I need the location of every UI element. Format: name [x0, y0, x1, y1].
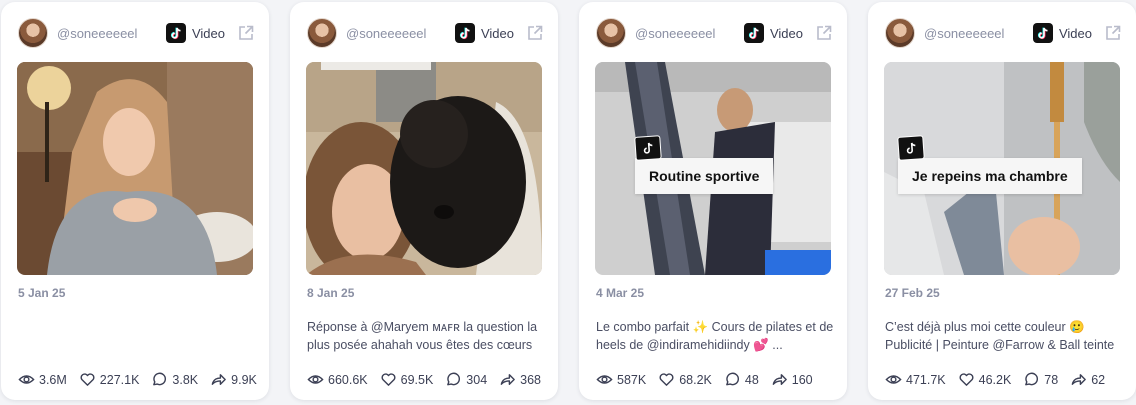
- video-thumbnail[interactable]: [306, 62, 542, 275]
- comments-stat: 78: [1023, 371, 1058, 388]
- views-count: 587K: [617, 372, 647, 387]
- tiktok-icon: [1032, 23, 1053, 43]
- external-link-icon[interactable]: [526, 24, 544, 42]
- post-caption: Le combo parfait ✨ Cours de pilates et d…: [596, 320, 834, 352]
- heart-icon: [659, 373, 674, 386]
- tiktok-icon: [897, 135, 925, 161]
- tiktok-icon: [634, 135, 662, 161]
- likes-count: 69.5K: [400, 372, 434, 387]
- eye-icon: [18, 375, 35, 384]
- comments-count: 304: [466, 372, 488, 387]
- comment-icon: [153, 372, 167, 386]
- post-date: 27 Feb 25: [885, 286, 940, 300]
- post-card[interactable]: @soneeeeeel Video 5 Jan 25 3.6M 227.1K 3…: [1, 2, 269, 400]
- eye-icon: [596, 375, 613, 384]
- shares-stat: 368: [499, 371, 541, 388]
- video-overlay: Routine sportive: [634, 135, 774, 194]
- shares-count: 9.9K: [231, 372, 257, 387]
- comments-stat: 3.8K: [151, 371, 198, 388]
- share-icon: [772, 374, 787, 385]
- likes-stat: 227.1K: [79, 371, 140, 388]
- platform-label: Video: [480, 25, 514, 41]
- share-icon: [211, 374, 226, 385]
- shares-stat: 62: [1070, 371, 1105, 388]
- comments-stat: 48: [724, 371, 759, 388]
- author-handle[interactable]: @soneeeeeel: [635, 26, 744, 41]
- views-count: 471.7K: [906, 372, 946, 387]
- likes-count: 68.2K: [679, 372, 712, 387]
- platform-label: Video: [191, 25, 225, 41]
- likes-stat: 68.2K: [658, 371, 712, 388]
- comments-stat: 304: [445, 371, 487, 388]
- heart-icon: [80, 373, 95, 386]
- shares-count: 62: [1091, 372, 1106, 387]
- platform-label: Video: [769, 25, 803, 41]
- comment-icon: [726, 372, 739, 386]
- overlay-title: Je repeins ma chambre: [898, 158, 1082, 194]
- card-header: @soneeeeeel Video: [596, 18, 833, 48]
- shares-count: 368: [520, 372, 542, 387]
- shares-stat: 9.9K: [210, 371, 257, 388]
- eye-icon: [307, 375, 324, 384]
- likes-count: 227.1K: [99, 372, 140, 387]
- video-thumbnail[interactable]: Routine sportive: [595, 62, 831, 275]
- post-caption: Réponse à @Maryem ᴍᴀꜰʀ la question la pl…: [307, 320, 538, 352]
- eye-icon: [885, 375, 902, 384]
- video-overlay: Je repeins ma chambre: [897, 135, 1082, 194]
- likes-stat: 69.5K: [380, 371, 434, 388]
- likes-count: 46.2K: [978, 372, 1012, 387]
- comments-count: 78: [1044, 372, 1059, 387]
- views-stat: 587K: [596, 371, 646, 388]
- author-handle[interactable]: @soneeeeeel: [346, 26, 455, 41]
- share-icon: [500, 374, 515, 385]
- engagement-stats: 660.6K 69.5K 304 368: [307, 371, 553, 388]
- views-stat: 471.7K: [885, 371, 946, 388]
- comments-count: 3.8K: [172, 372, 199, 387]
- external-link-icon[interactable]: [237, 24, 255, 42]
- video-thumbnail[interactable]: Je repeins ma chambre: [884, 62, 1120, 275]
- tiktok-icon: [454, 23, 475, 43]
- post-date: 5 Jan 25: [18, 286, 66, 300]
- post-card[interactable]: @soneeeeeel Video 8 Jan 25 Réponse à @Ma…: [290, 2, 558, 400]
- post-card[interactable]: @soneeeeeel Video Routine sportive 4 Mar…: [579, 2, 847, 400]
- tiktok-icon: [743, 23, 764, 43]
- thumbnail-image: [17, 62, 253, 275]
- comments-count: 48: [744, 372, 759, 387]
- avatar[interactable]: [18, 18, 48, 48]
- views-stat: 660.6K: [307, 371, 368, 388]
- post-date: 8 Jan 25: [307, 286, 355, 300]
- card-header: @soneeeeeel Video: [885, 18, 1122, 48]
- video-thumbnail[interactable]: [17, 62, 253, 275]
- platform-label: Video: [1058, 25, 1092, 41]
- card-header: @soneeeeeel Video: [18, 18, 255, 48]
- post-card[interactable]: @soneeeeeel Video Je repeins ma chambre …: [868, 2, 1136, 400]
- heart-icon: [959, 373, 974, 386]
- post-caption: C’est déjà plus moi cette couleur 🥲 Publ…: [885, 320, 1115, 352]
- external-link-icon[interactable]: [1104, 24, 1122, 42]
- shares-stat: 160: [771, 371, 813, 388]
- avatar[interactable]: [307, 18, 337, 48]
- thumbnail-image: [306, 62, 542, 275]
- post-date: 4 Mar 25: [596, 286, 645, 300]
- views-count: 660.6K: [328, 372, 368, 387]
- share-icon: [1071, 374, 1087, 385]
- overlay-title: Routine sportive: [635, 158, 774, 194]
- card-header: @soneeeeeel Video: [307, 18, 544, 48]
- comment-icon: [447, 372, 461, 386]
- views-count: 3.6M: [39, 372, 67, 387]
- likes-stat: 46.2K: [958, 371, 1012, 388]
- views-stat: 3.6M: [18, 371, 67, 388]
- shares-count: 160: [791, 372, 813, 387]
- comment-icon: [1025, 372, 1039, 386]
- avatar[interactable]: [596, 18, 626, 48]
- tiktok-icon: [165, 23, 186, 43]
- engagement-stats: 471.7K 46.2K 78 62: [885, 371, 1117, 388]
- external-link-icon[interactable]: [815, 24, 833, 42]
- heart-icon: [381, 373, 396, 386]
- engagement-stats: 3.6M 227.1K 3.8K 9.9K: [18, 371, 269, 388]
- engagement-stats: 587K 68.2K 48 160: [596, 371, 825, 388]
- author-handle[interactable]: @soneeeeeel: [924, 26, 1033, 41]
- author-handle[interactable]: @soneeeeeel: [57, 26, 166, 41]
- avatar[interactable]: [885, 18, 915, 48]
